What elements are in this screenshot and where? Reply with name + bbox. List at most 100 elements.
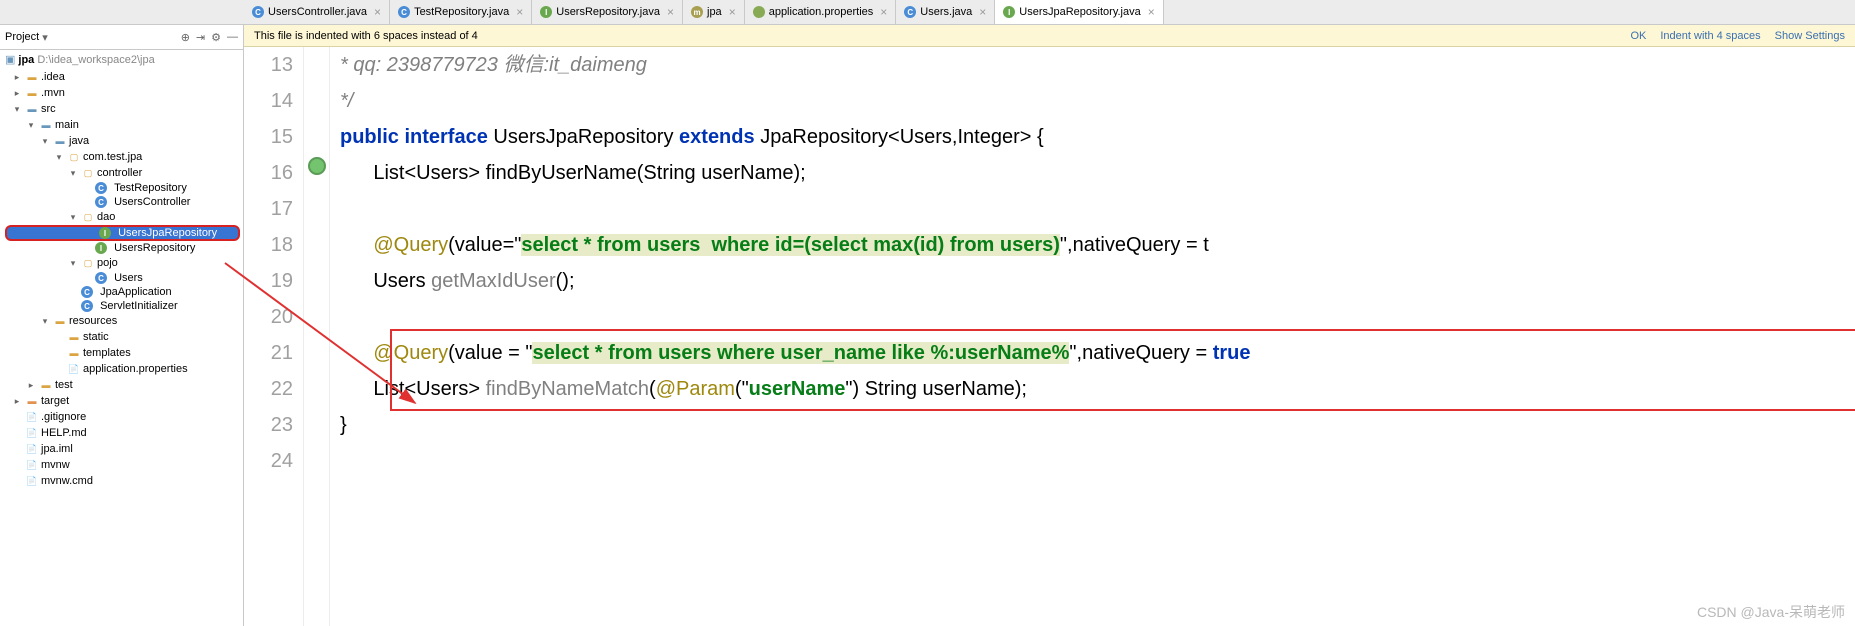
gutter-marks [304, 47, 330, 626]
class-icon: C [95, 272, 107, 284]
tree-java[interactable]: ▾▬java [3, 133, 240, 149]
package-icon: ▢ [81, 256, 95, 270]
tree-testrepo[interactable]: C TestRepository [3, 181, 240, 195]
close-icon[interactable]: × [1148, 5, 1155, 19]
close-icon[interactable]: × [979, 5, 986, 19]
file-type-icon: C [904, 6, 916, 18]
tree-jpaapp[interactable]: C JpaApplication [3, 285, 240, 299]
file-type-icon: m [691, 6, 703, 18]
tree-usersjparepo[interactable]: I UsersJpaRepository [5, 225, 240, 241]
tree-usersrepo[interactable]: I UsersRepository [3, 241, 240, 255]
sidebar-header: Project ▾ ⊕ ⇥ ⚙ — [0, 25, 243, 50]
banner-ok[interactable]: OK [1630, 30, 1646, 42]
gear-icon[interactable]: ⚙ [211, 31, 221, 44]
watermark: CSDN @Java-呆萌老师 [1697, 602, 1845, 622]
file-type-icon: I [540, 6, 552, 18]
folder-icon: ▬ [53, 134, 67, 148]
folder-icon: ▬ [25, 70, 39, 84]
folder-icon: ▣ [5, 53, 15, 66]
hide-icon[interactable]: — [227, 31, 238, 44]
interface-icon: I [99, 227, 111, 239]
tree-gitignore[interactable]: 📄.gitignore [3, 409, 240, 425]
tree-pkg[interactable]: ▾▢com.test.jpa [3, 149, 240, 165]
tree-mvn[interactable]: ▸▬.mvn [3, 85, 240, 101]
editor-tab[interactable]: application.properties× [745, 0, 897, 24]
tree-mvnw[interactable]: 📄mvnw [3, 457, 240, 473]
folder-icon: ▬ [39, 118, 53, 132]
folder-icon: ▬ [67, 346, 81, 360]
folder-icon: ▬ [39, 378, 53, 392]
run-gutter-icon[interactable] [308, 157, 326, 175]
banner-settings[interactable]: Show Settings [1775, 30, 1845, 42]
indent-banner: This file is indented with 6 spaces inst… [244, 25, 1855, 47]
root-name: jpa [18, 54, 34, 66]
file-icon: 📄 [25, 458, 39, 472]
tree-appprops[interactable]: 📄application.properties [3, 361, 240, 377]
project-tree: ▸▬.idea ▸▬.mvn ▾▬src ▾▬main ▾▬java ▾▢com… [0, 69, 243, 489]
class-icon: C [81, 286, 93, 298]
package-icon: ▢ [67, 150, 81, 164]
project-title: Project [5, 31, 39, 43]
tree-mvnwcmd[interactable]: 📄mvnw.cmd [3, 473, 240, 489]
tree-help[interactable]: 📄HELP.md [3, 425, 240, 441]
editor-tabs-bar: CUsersController.java×CTestRepository.ja… [0, 0, 1855, 25]
file-type-icon: C [252, 6, 264, 18]
editor-tab[interactable]: CUsers.java× [896, 0, 995, 24]
crosshair-icon[interactable]: ⊕ [181, 31, 190, 44]
tree-servinit[interactable]: C ServletInitializer [3, 299, 240, 313]
tree-templates[interactable]: ▬templates [3, 345, 240, 361]
close-icon[interactable]: × [880, 5, 887, 19]
file-icon: 📄 [25, 442, 39, 456]
banner-indent[interactable]: Indent with 4 spaces [1660, 30, 1760, 42]
tree-main[interactable]: ▾▬main [3, 117, 240, 133]
editor-tab[interactable]: CUsersController.java× [244, 0, 390, 24]
folder-icon: ▬ [25, 102, 39, 116]
close-icon[interactable]: × [516, 5, 523, 19]
file-icon: 📄 [25, 410, 39, 424]
file-icon: 📄 [25, 426, 39, 440]
interface-icon: I [95, 242, 107, 254]
tree-pojo[interactable]: ▾▢pojo [3, 255, 240, 271]
editor-tab[interactable]: IUsersRepository.java× [532, 0, 683, 24]
project-root[interactable]: ▣ jpa D:\idea_workspace2\jpa [0, 50, 243, 69]
code-content[interactable]: * qq: 2398779723 微信:it_daimeng */ public… [330, 47, 1855, 626]
close-icon[interactable]: × [374, 5, 381, 19]
class-icon: C [81, 300, 93, 312]
tree-static[interactable]: ▬static [3, 329, 240, 345]
tree-idea[interactable]: ▸▬.idea [3, 69, 240, 85]
code-area[interactable]: 131415161718192021222324 * qq: 239877972… [244, 47, 1855, 626]
tree-controller[interactable]: ▾▢controller [3, 165, 240, 181]
file-type-icon: I [1003, 6, 1015, 18]
close-icon[interactable]: × [667, 5, 674, 19]
project-sidebar: Project ▾ ⊕ ⇥ ⚙ — ▣ jpa D:\idea_workspac… [0, 25, 244, 626]
close-icon[interactable]: × [729, 5, 736, 19]
tree-resources[interactable]: ▾▬resources [3, 313, 240, 329]
package-icon: ▢ [81, 210, 95, 224]
editor-tab[interactable]: mjpa× [683, 0, 745, 24]
file-type-icon [753, 6, 765, 18]
line-gutter: 131415161718192021222324 [244, 47, 304, 626]
root-path: D:\idea_workspace2\jpa [37, 54, 154, 66]
tree-src[interactable]: ▾▬src [3, 101, 240, 117]
class-icon: C [95, 182, 107, 194]
banner-message: This file is indented with 6 spaces inst… [254, 30, 478, 42]
folder-icon: ▬ [25, 86, 39, 100]
file-icon: 📄 [25, 474, 39, 488]
editor-area: This file is indented with 6 spaces inst… [244, 25, 1855, 626]
file-type-icon: C [398, 6, 410, 18]
package-icon: ▢ [81, 166, 95, 180]
tree-users[interactable]: C Users [3, 271, 240, 285]
dropdown-icon[interactable]: ▾ [42, 31, 48, 44]
folder-icon: ▬ [67, 330, 81, 344]
tree-usersctrl[interactable]: C UsersController [3, 195, 240, 209]
editor-tab[interactable]: CTestRepository.java× [390, 0, 532, 24]
editor-tab[interactable]: IUsersJpaRepository.java× [995, 0, 1163, 24]
file-icon: 📄 [67, 362, 81, 376]
tree-target[interactable]: ▸▬target [3, 393, 240, 409]
folder-icon: ▬ [53, 314, 67, 328]
main-layout: Project ▾ ⊕ ⇥ ⚙ — ▣ jpa D:\idea_workspac… [0, 25, 1855, 626]
tree-dao[interactable]: ▾▢dao [3, 209, 240, 225]
collapse-icon[interactable]: ⇥ [196, 31, 205, 44]
tree-test[interactable]: ▸▬test [3, 377, 240, 393]
tree-jpaiml[interactable]: 📄jpa.iml [3, 441, 240, 457]
